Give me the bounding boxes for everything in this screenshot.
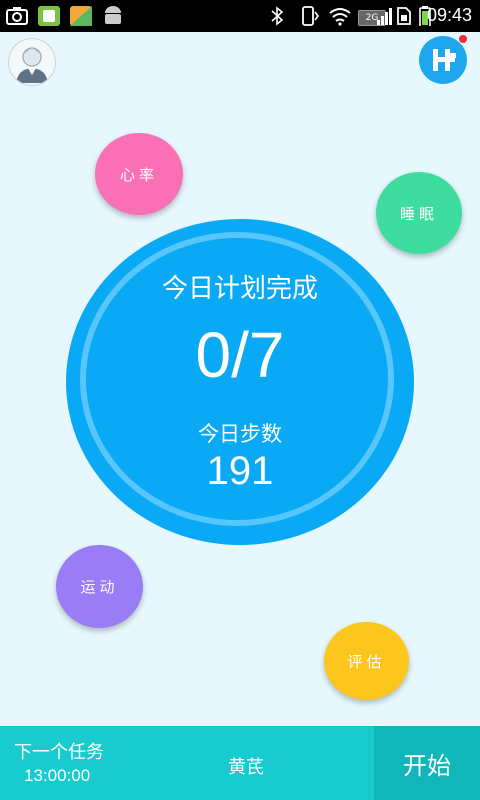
bluetooth-icon [271, 6, 284, 26]
h-logo-button[interactable] [419, 36, 467, 84]
next-task-label: 下一个任务 [14, 742, 104, 763]
h-logo-icon [433, 49, 456, 71]
android-icon [105, 6, 121, 24]
sleep-button[interactable]: 睡眠 [376, 172, 462, 254]
app-icon [70, 6, 92, 26]
app-icon [38, 6, 60, 26]
heart-rate-button[interactable]: 心率 [95, 133, 183, 215]
steps-label: 今日步数 [198, 422, 282, 446]
start-button[interactable]: 开始 [374, 726, 480, 800]
screenshot-icon [6, 7, 28, 25]
signal-icon [377, 8, 392, 25]
vibrate-icon [302, 6, 319, 26]
sport-button[interactable]: 运动 [56, 545, 143, 628]
sim-icon [397, 7, 411, 25]
next-task-time: 13:00:00 [24, 766, 91, 785]
plan-completion-title: 今日计划完成 [161, 274, 318, 304]
user-avatar-icon[interactable] [8, 38, 56, 86]
wifi-icon [329, 8, 351, 26]
status-time: 09:43 [426, 5, 472, 25]
plan-completion-value: 0/7 [195, 319, 285, 391]
steps-value: 191 [206, 449, 274, 493]
status-bar: 2G 09:43 [0, 0, 480, 32]
evaluate-button[interactable]: 评估 [324, 622, 409, 700]
next-task-name: 黄芪 [228, 757, 264, 778]
notification-dot [459, 35, 467, 43]
